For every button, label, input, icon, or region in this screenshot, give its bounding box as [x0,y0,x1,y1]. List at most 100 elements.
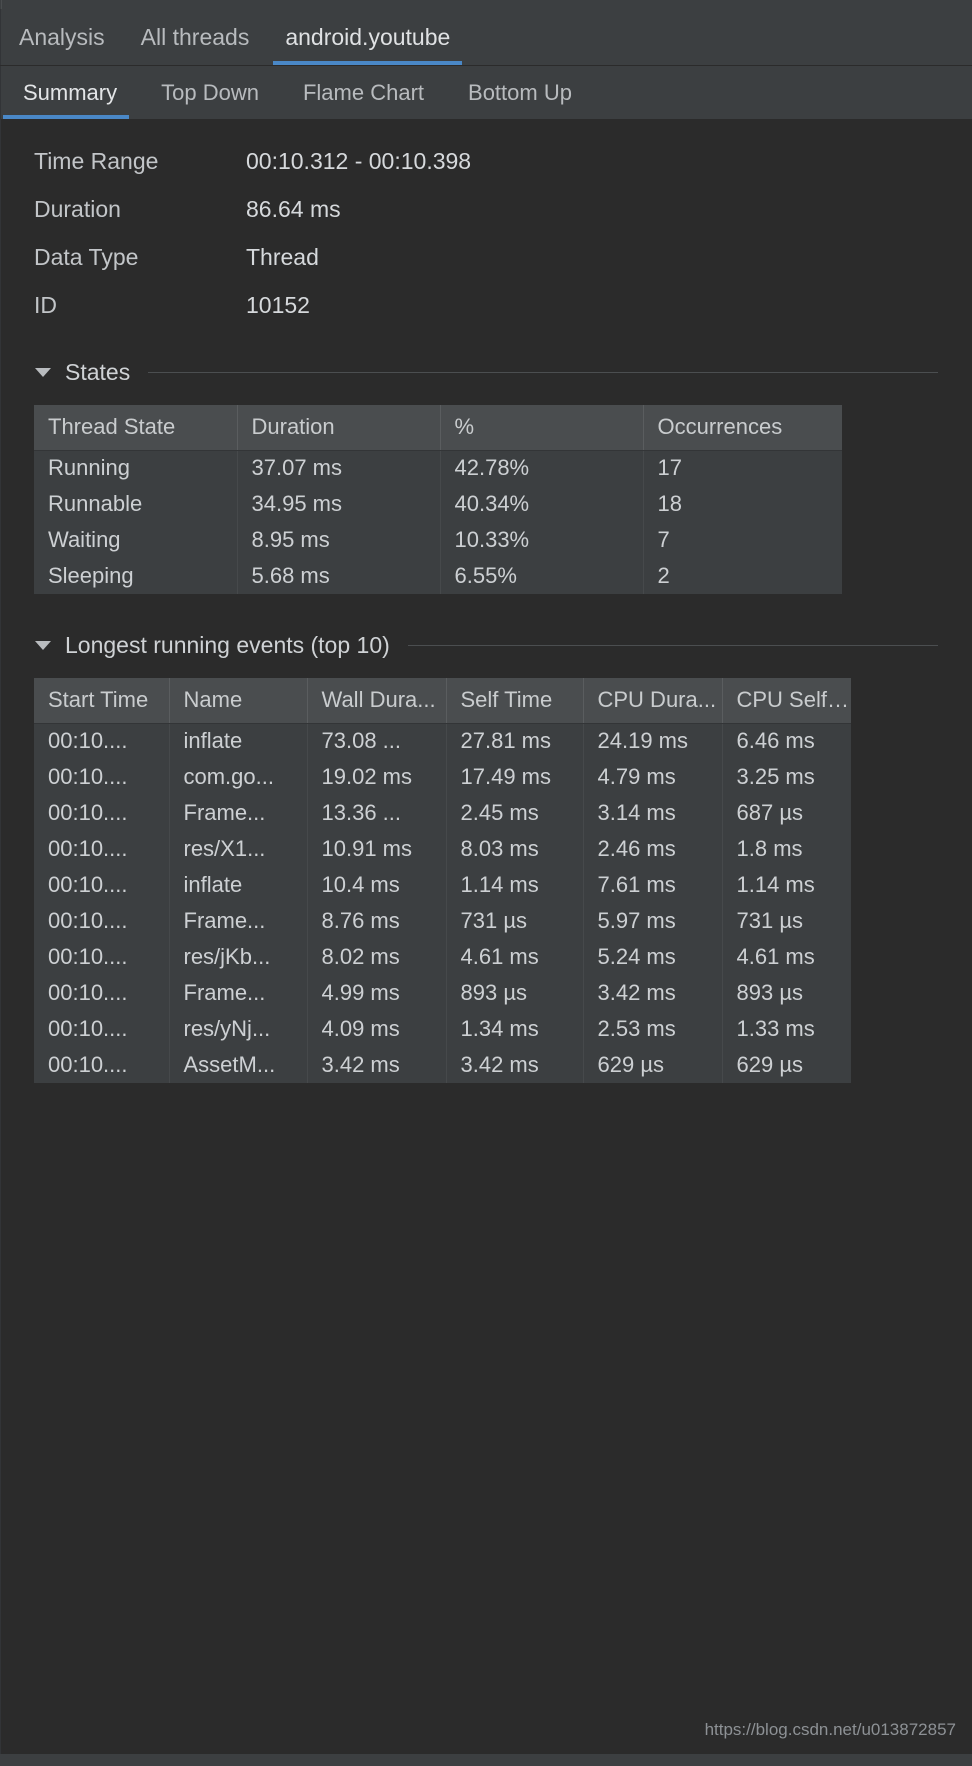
table-cell: 893 µs [722,975,851,1011]
column-header-cpu-dura[interactable]: CPU Dura... [583,678,722,723]
table-cell: 7.61 ms [583,867,722,903]
bottom-bar [0,1754,972,1766]
table-cell: 5.24 ms [583,939,722,975]
table-row[interactable]: 00:10....AssetM...3.42 ms3.42 ms629 µs62… [34,1047,851,1083]
table-row[interactable]: Running37.07 ms42.78%17 [34,450,842,486]
tab-flame-chart[interactable]: Flame Chart [281,66,446,119]
events-table: Start TimeNameWall Dura...Self TimeCPU D… [34,678,851,1083]
table-cell: Frame... [169,975,307,1011]
table-cell: 629 µs [722,1047,851,1083]
table-cell: 00:10.... [34,831,169,867]
table-cell: 1.8 ms [722,831,851,867]
table-cell: 3.42 ms [583,975,722,1011]
summary-field-value: 86.64 ms [246,196,341,223]
primary-tab-all-threads[interactable]: All threads [123,9,268,65]
states-table-header-row: Thread StateDuration%Occurrences [34,405,842,450]
table-cell: 17.49 ms [446,759,583,795]
table-cell: 3.25 ms [722,759,851,795]
tab-bottom-up[interactable]: Bottom Up [446,66,594,119]
table-cell: 7 [643,522,842,558]
tab-top-down[interactable]: Top Down [139,66,281,119]
table-cell: 1.14 ms [722,867,851,903]
table-row[interactable]: 00:10....res/yNj...4.09 ms1.34 ms2.53 ms… [34,1011,851,1047]
column-header-name[interactable]: Name [169,678,307,723]
events-section: Longest running events (top 10) Start Ti… [1,628,972,1083]
table-cell: 00:10.... [34,1011,169,1047]
events-section-header[interactable]: Longest running events (top 10) [1,628,972,662]
column-header-thread-state[interactable]: Thread State [34,405,237,450]
table-row[interactable]: 00:10....res/jKb...8.02 ms 4.61 ms5.24 ms… [34,939,851,975]
summary-field-value: Thread [246,244,319,271]
table-cell: Sleeping [34,558,237,594]
table-cell: 8.03 ms [446,831,583,867]
events-table-header-row: Start TimeNameWall Dura...Self TimeCPU D… [34,678,851,723]
table-cell: 8.76 ms [307,903,446,939]
table-row[interactable]: 00:10....Frame...4.99 ms893 µs3.42 ms893… [34,975,851,1011]
table-row[interactable]: 00:10....inflate73.08 ...27.81 ms24.19 m… [34,723,851,759]
column-header-wall-dura[interactable]: Wall Dura... [307,678,446,723]
table-cell: com.go... [169,759,307,795]
chevron-down-icon [35,368,51,377]
table-cell: 13.36 ... [307,795,446,831]
table-cell: res/X1... [169,831,307,867]
primary-tab-analysis[interactable]: Analysis [1,9,123,65]
table-row[interactable]: 00:10....com.go...19.02 ms17.49 ms4.79 m… [34,759,851,795]
table-cell: 3.42 ms [307,1047,446,1083]
table-cell: 3.42 ms [446,1047,583,1083]
column-header-self-time[interactable]: Self Time [446,678,583,723]
table-row[interactable]: Sleeping5.68 ms6.55%2 [34,558,842,594]
summary-field-duration: Duration86.64 ms [1,185,972,233]
table-cell: 6.55% [440,558,643,594]
summary-field-value: 00:10.312 - 00:10.398 [246,148,471,175]
table-row[interactable]: 00:10....inflate10.4 ms1.14 ms7.61 ms1.1… [34,867,851,903]
table-cell: 34.95 ms [237,486,440,522]
table-cell: Running [34,450,237,486]
table-row[interactable]: Runnable34.95 ms40.34%18 [34,486,842,522]
table-cell: res/yNj... [169,1011,307,1047]
states-table: Thread StateDuration%Occurrences Running… [34,405,842,594]
table-cell: 40.34% [440,486,643,522]
section-divider [148,372,938,373]
table-cell: 10.91 ms [307,831,446,867]
table-cell: 4.09 ms [307,1011,446,1047]
summary-field-data-type: Data TypeThread [1,233,972,281]
tab-summary[interactable]: Summary [1,66,139,119]
table-cell: 4.61 ms [722,939,851,975]
table-cell: res/jKb... [169,939,307,975]
table-cell: Frame... [169,903,307,939]
table-cell: 00:10.... [34,1047,169,1083]
table-cell: 8.02 ms [307,939,446,975]
table-cell: 24.19 ms [583,723,722,759]
table-row[interactable]: 00:10....Frame...13.36 ...2.45 ms3.14 ms… [34,795,851,831]
table-cell: Frame... [169,795,307,831]
table-cell: 00:10.... [34,903,169,939]
table-row[interactable]: Waiting8.95 ms10.33%7 [34,522,842,558]
table-cell: 2.45 ms [446,795,583,831]
summary-field-time-range: Time Range00:10.312 - 00:10.398 [1,137,972,185]
primary-tab-android-youtube[interactable]: android.youtube [267,9,468,65]
column-header-duration[interactable]: Duration [237,405,440,450]
cpu-profiler-panel: AnalysisAll threadsandroid.youtube Summa… [0,0,972,1766]
table-cell: AssetM... [169,1047,307,1083]
table-cell: 1.33 ms [722,1011,851,1047]
table-row[interactable]: 00:10....Frame...8.76 ms731 µs5.97 ms731… [34,903,851,939]
table-cell: 00:10.... [34,975,169,1011]
table-cell: 2 [643,558,842,594]
states-section-header[interactable]: States [1,355,972,389]
states-section-title: States [65,359,130,386]
column-header-occurrences[interactable]: Occurrences [643,405,842,450]
table-cell: 00:10.... [34,867,169,903]
table-cell: 4.79 ms [583,759,722,795]
table-cell: 00:10.... [34,939,169,975]
secondary-tab-bar: SummaryTop DownFlame ChartBottom Up [0,66,972,119]
table-cell: 19.02 ms [307,759,446,795]
column-header-cpu-self[interactable]: CPU Self ... [722,678,851,723]
table-cell: 629 µs [583,1047,722,1083]
column-header-start-time[interactable]: Start Time [34,678,169,723]
table-cell: 00:10.... [34,795,169,831]
column-header-[interactable]: % [440,405,643,450]
table-row[interactable]: 00:10....res/X1...10.91 ms8.03 ms2.46 ms… [34,831,851,867]
table-cell: 731 µs [722,903,851,939]
table-cell: 5.68 ms [237,558,440,594]
table-cell: 687 µs [722,795,851,831]
